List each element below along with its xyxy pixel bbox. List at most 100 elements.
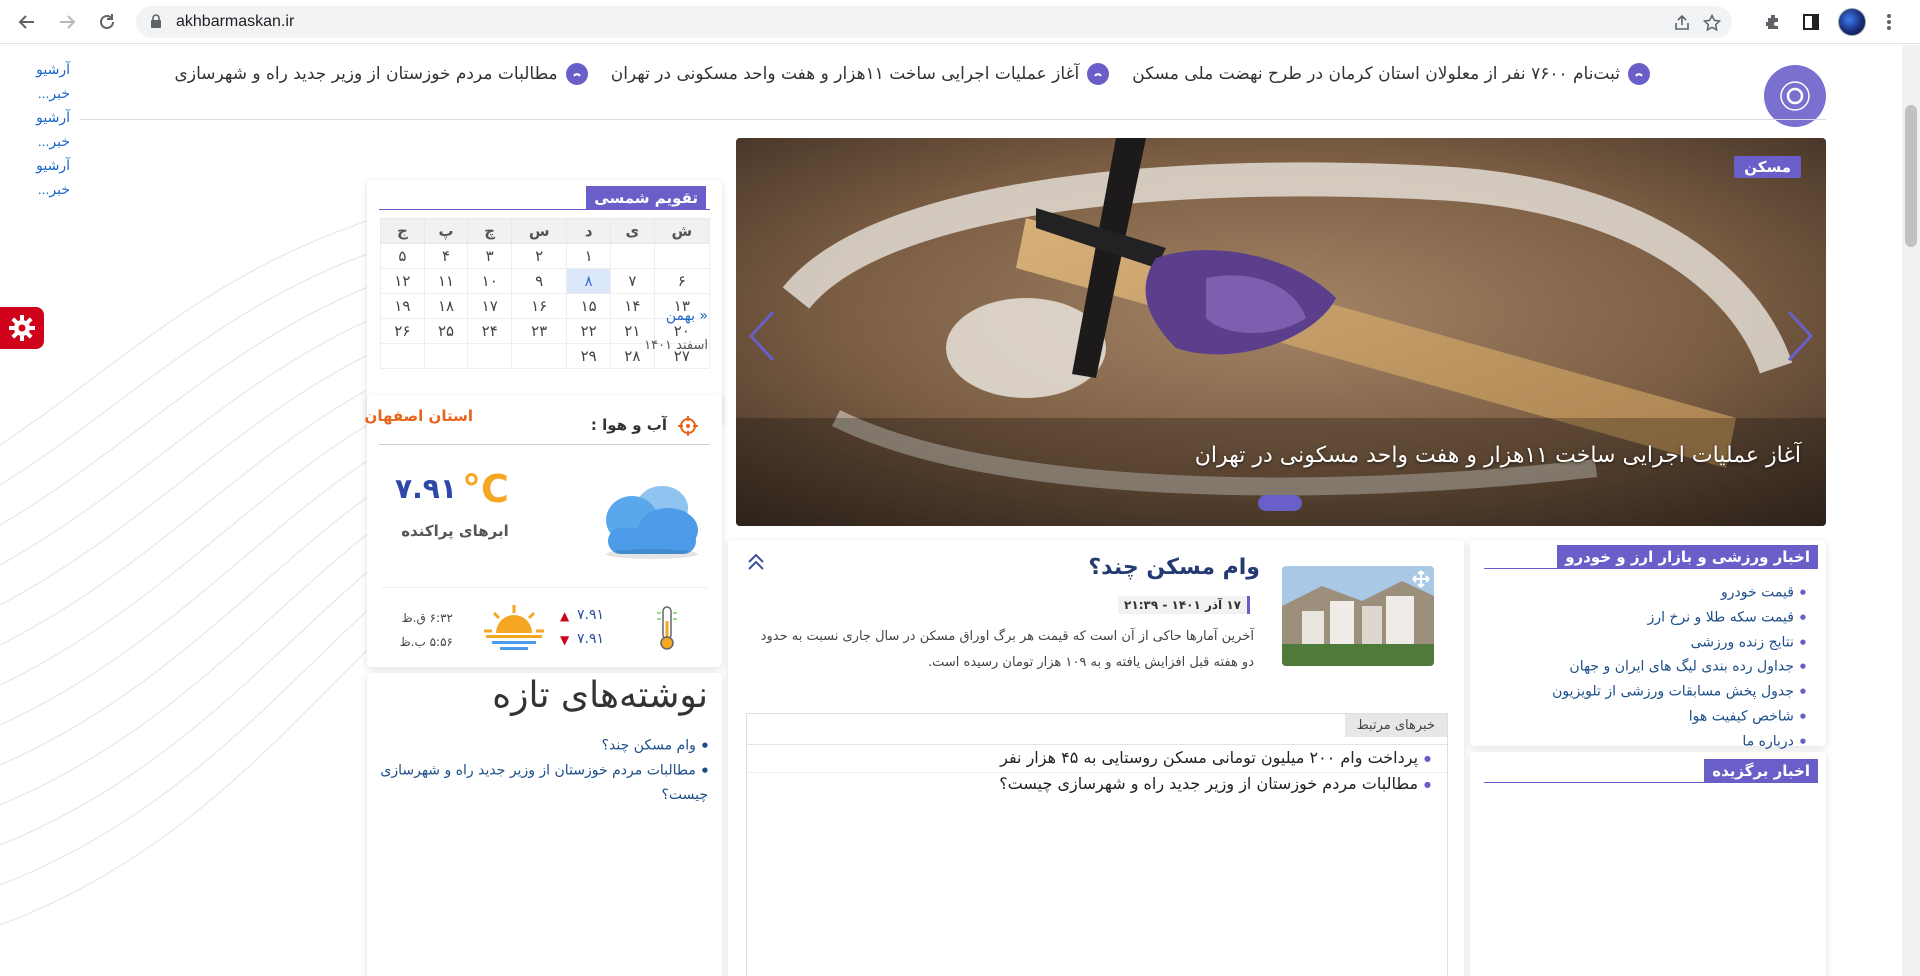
calendar-day[interactable]: ۱۶ [511, 293, 568, 319]
archive-link[interactable]: آرشیو [30, 105, 70, 129]
archive-links: آرشیو خبر... آرشیو خبر... آرشیو خبر... [30, 57, 70, 201]
related-divider [747, 744, 1447, 745]
weekday-header: د [566, 218, 612, 244]
calendar-day[interactable]: ۱۱ [423, 268, 469, 294]
calendar-day[interactable]: ۵ [380, 243, 425, 269]
back-icon[interactable] [14, 9, 40, 35]
sunset-time: ۵:۵۶ ب.ظ [399, 635, 453, 649]
calendar-day[interactable]: ۲۴ [467, 318, 513, 344]
sidebar-link-live-scores[interactable]: نتایج زنده ورزشی [1476, 630, 1806, 655]
news-link[interactable]: خبر... [30, 177, 70, 201]
calendar-day[interactable]: ۱۴ [610, 293, 655, 319]
calendar-day[interactable]: ۱۷ [467, 293, 513, 319]
calendar-day[interactable]: ۱ [566, 243, 612, 269]
max-temp: ۷.۹۱ [577, 607, 605, 623]
sidepanel-icon[interactable] [1798, 9, 1824, 35]
profile-avatar[interactable] [1838, 8, 1866, 36]
location-target-icon[interactable] [677, 415, 699, 441]
news-headline[interactable]: وام مسکن چند؟ [1088, 555, 1260, 580]
related-news-link[interactable]: پرداخت وام ۲۰۰ میلیون تومانی مسکن روستای… [1000, 748, 1431, 767]
thermometer-icon [655, 605, 679, 655]
weather-province[interactable]: استان اصفهان [365, 407, 473, 425]
page-scrollbar-thumb[interactable] [1905, 105, 1917, 247]
sidebar-link-air-quality[interactable]: شاخص کیفیت هوا [1476, 704, 1806, 729]
share-icon[interactable] [1672, 13, 1692, 33]
calendar-day[interactable]: ۲۳ [511, 318, 568, 344]
featured-title-underline [1484, 782, 1814, 783]
temperature-value: ۷.۹۱ [395, 472, 457, 505]
calendar-day[interactable]: ۷ [610, 268, 655, 294]
lock-icon[interactable] [150, 14, 162, 33]
sports-links-list: قیمت خودرو قیمت سکه طلا و نرخ ارز نتایج … [1476, 580, 1806, 753]
weekday-header: پ [423, 218, 469, 244]
calendar-day[interactable]: ۱۰ [467, 268, 513, 294]
reload-icon[interactable] [94, 9, 120, 35]
calendar-day[interactable]: ۱۲ [380, 268, 425, 294]
settings-gear-button[interactable] [0, 307, 44, 349]
calendar-day[interactable]: ۲۵ [423, 318, 469, 344]
slider-pagination-dot[interactable] [1258, 495, 1302, 511]
weekday-header: ج [380, 218, 425, 244]
bookmark-star-icon[interactable] [1702, 13, 1722, 33]
menu-kebab-icon[interactable] [1876, 9, 1902, 35]
calendar-day[interactable]: ۶ [653, 268, 711, 294]
forward-icon[interactable] [54, 9, 80, 35]
sidebar-link-about-us[interactable]: درباره ما [1476, 729, 1806, 754]
recent-post-link[interactable]: وام مسکن چند؟ [378, 733, 708, 758]
calendar-day[interactable]: ۴ [423, 243, 469, 269]
calendar-day[interactable]: ۳ [467, 243, 513, 269]
ticker-item[interactable]: مطالبات مردم خوزستان از وزیر جدید راه و … [175, 63, 588, 85]
extensions-icon[interactable] [1760, 9, 1786, 35]
archive-link[interactable]: آرشیو [30, 57, 70, 81]
news-ticker: ثبت‌نام ۷۶۰۰ نفر از معلولان استان کرمان … [80, 63, 1650, 109]
min-temp-arrow-icon: ▼ [560, 633, 570, 647]
prev-month-link[interactable]: « بهمن [666, 308, 708, 324]
recent-post-link[interactable]: مطالبات مردم خوزستان از وزیر جدید راه و … [378, 758, 708, 807]
calendar-day[interactable]: ۲۶ [380, 318, 425, 344]
max-temp-arrow-icon: ▲ [560, 609, 570, 623]
calendar-day [380, 343, 425, 369]
calendar-day[interactable]: ۱۵ [566, 293, 612, 319]
calendar-day[interactable]: ۱۹ [380, 293, 425, 319]
calendar-day[interactable]: ۱۸ [423, 293, 469, 319]
slider-next-arrow-icon[interactable] [1780, 306, 1820, 366]
news-thumbnail[interactable] [1282, 566, 1434, 666]
calendar-day[interactable]: ۲۹ [566, 343, 612, 369]
slide-caption[interactable]: آغاز عملیات اجرایی ساخت ۱۱هزار و هفت واح… [1195, 443, 1801, 468]
news-link[interactable]: خبر... [30, 129, 70, 153]
calendar-day [511, 343, 568, 369]
browser-toolbar: akhbarmaskan.ir [0, 0, 1920, 44]
calendar-day-today[interactable]: ۸ [566, 268, 612, 294]
sunrise-sunset-icon [482, 603, 546, 655]
related-news-tab[interactable]: خبرهای مرتبط [1344, 714, 1447, 737]
sidebar-link-league-tables[interactable]: جداول رده بندی لیگ های ایران و جهان [1476, 654, 1806, 679]
weather-footer-divider [382, 587, 708, 588]
related-news-link[interactable]: مطالبات مردم خوزستان از وزیر جدید راه و … [999, 774, 1431, 793]
ticker-item[interactable]: آغاز عملیات اجرایی ساخت ۱۱هزار و هفت واح… [611, 63, 1110, 85]
weather-condition: ابرهای پراکنده [401, 522, 509, 540]
news-link[interactable]: خبر... [30, 81, 70, 105]
ticker-bullet-icon [1087, 63, 1110, 85]
sidebar-link-car-prices[interactable]: قیمت خودرو [1476, 580, 1806, 605]
weather-title: آب و هوا : [590, 416, 667, 434]
slider-prev-arrow-icon[interactable] [742, 306, 782, 366]
news-date: ۱۷ آذر ۱۴۰۱ - ۲۱:۳۹ [1118, 596, 1250, 614]
sidebar-link-tv-schedule[interactable]: جدول پخش مسابقات ورزشی از تلویزیون [1476, 679, 1806, 704]
related-news-box: خبرهای مرتبط پرداخت وام ۲۰۰ میلیون تومان… [746, 713, 1448, 976]
sidebar-link-gold-currency[interactable]: قیمت سکه طلا و نرخ ارز [1476, 605, 1806, 630]
move-icon[interactable] [1412, 570, 1430, 592]
featured-news-card [1470, 752, 1826, 976]
calendar-day[interactable]: ۲ [511, 243, 568, 269]
slide-category-tag[interactable]: مسکن [1734, 156, 1801, 178]
archive-link[interactable]: آرشیو [30, 153, 70, 177]
cloud-icon [588, 480, 702, 564]
ticker-item[interactable]: ثبت‌نام ۷۶۰۰ نفر از معلولان استان کرمان … [1132, 63, 1650, 85]
calendar-day[interactable]: ۲۲ [566, 318, 612, 344]
calendar-day[interactable]: ۹ [511, 268, 568, 294]
featured-slider[interactable]: مسکن آغاز عملیات اجرایی ساخت ۱۱هزار و هف… [736, 138, 1826, 526]
featured-box-title: اخبار برگزیده [1704, 759, 1818, 783]
address-bar[interactable]: akhbarmaskan.ir [136, 6, 1732, 38]
calendar-title: تقویم شمسی [586, 186, 706, 210]
collapse-chevrons-icon[interactable] [746, 552, 766, 576]
url-text[interactable]: akhbarmaskan.ir [176, 13, 294, 31]
